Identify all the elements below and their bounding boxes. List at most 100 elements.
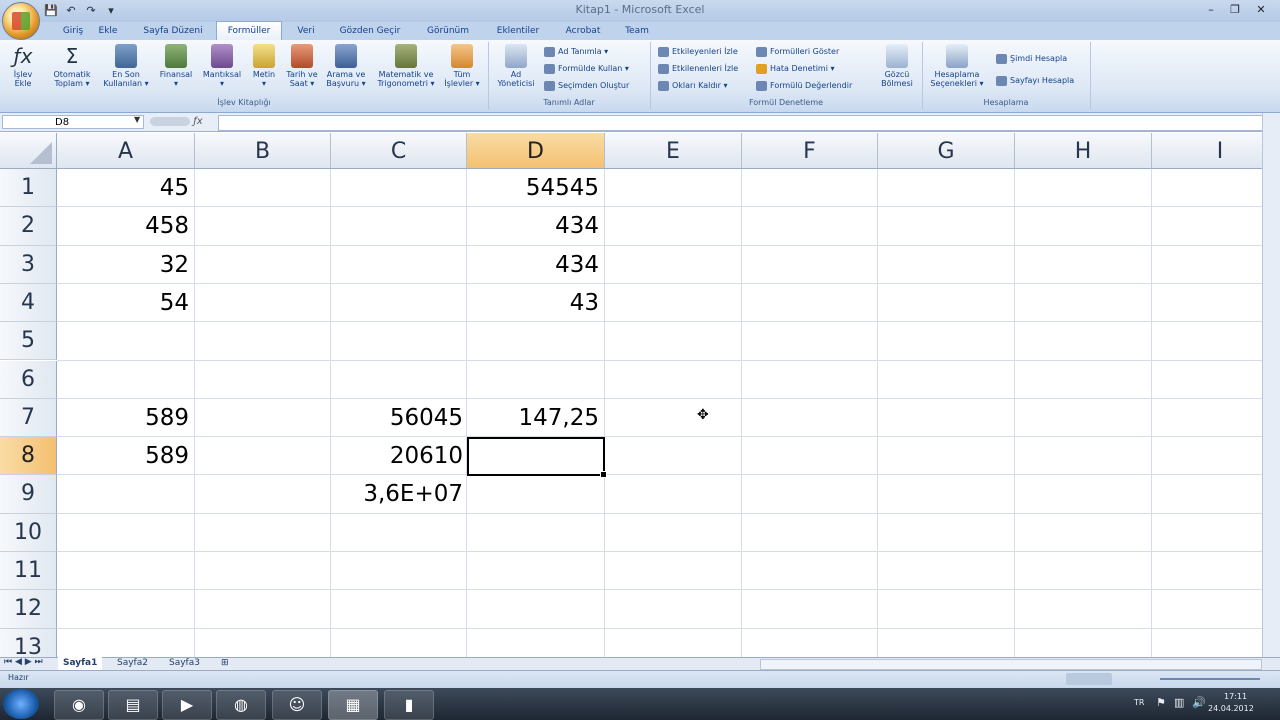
insert-function-icon[interactable]: ƒx xyxy=(150,115,216,129)
cell-a1[interactable]: 45 xyxy=(57,169,194,207)
undo-icon[interactable]: ↶ xyxy=(64,4,78,17)
cell-a8[interactable]: 589 xyxy=(57,437,194,475)
gozcu-bolmesi-button[interactable]: Gözcü Bölmesi xyxy=(874,44,920,88)
cell-a7[interactable]: 589 xyxy=(57,399,194,437)
sheet-tab-sayfa2[interactable]: Sayfa2 xyxy=(112,657,153,670)
clock-time[interactable]: 17:11 xyxy=(1224,692,1247,701)
column-header-a[interactable]: A xyxy=(57,133,195,169)
select-all-button[interactable] xyxy=(0,133,57,169)
office-button[interactable] xyxy=(2,2,40,40)
ad-tanimla-button[interactable]: Ad Tanımla ▾ xyxy=(544,46,608,58)
hesaplama-secenekleri-button[interactable]: Hesaplama Seçenekleri ▾ xyxy=(926,44,988,88)
otomatik-toplam-button[interactable]: Σ Otomatik Toplam ▾ xyxy=(46,44,98,88)
media-player-icon[interactable]: ▶ xyxy=(162,690,212,720)
chrome-icon[interactable]: ◉ xyxy=(54,690,104,720)
firefox-icon[interactable]: ◍ xyxy=(216,690,266,720)
name-box[interactable]: D8 xyxy=(2,115,144,129)
active-cell-indicator[interactable] xyxy=(467,437,607,479)
formulleri-goster-button[interactable]: Formülleri Göster xyxy=(756,46,839,58)
app-taskbar-icon[interactable]: ▮ xyxy=(384,690,434,720)
minimize-button[interactable]: – xyxy=(1200,3,1222,17)
tab-formuller[interactable]: Formüller xyxy=(216,21,282,40)
insert-sheet-icon[interactable]: ⊞ xyxy=(216,657,234,670)
column-header-f[interactable]: F xyxy=(742,133,878,169)
islev-ekle-button[interactable]: ƒx İşlev Ekle xyxy=(6,44,40,88)
tab-sayfa-duzeni[interactable]: Sayfa Düzeni xyxy=(138,22,208,40)
cell-d3[interactable]: 434 xyxy=(467,246,604,284)
row-header-4[interactable]: 4 xyxy=(0,283,57,323)
row-header-3[interactable]: 3 xyxy=(0,245,57,284)
sheet-nav-icons[interactable]: ⏮ ◀ ▶ ⏭ xyxy=(4,657,43,667)
row-header-5[interactable]: 5 xyxy=(0,322,57,361)
cell-c8[interactable]: 20610 xyxy=(331,437,468,475)
metin-button[interactable]: Metin ▾ xyxy=(248,44,280,88)
simdi-hesapla-button[interactable]: Şimdi Hesapla xyxy=(996,53,1067,65)
tab-eklentiler[interactable]: Eklentiler xyxy=(490,22,546,40)
cell-d7[interactable]: 147,25 xyxy=(467,399,604,437)
clock-date[interactable]: 24.04.2012 xyxy=(1208,704,1254,713)
column-header-i[interactable]: I xyxy=(1152,133,1262,169)
cell-a2[interactable]: 458 xyxy=(57,207,194,245)
tab-team[interactable]: Team xyxy=(618,22,656,40)
tum-islevler-button[interactable]: Tüm İşlevler ▾ xyxy=(440,44,484,88)
tab-giris[interactable]: Giriş xyxy=(52,22,94,40)
flag-icon[interactable]: ⚑ xyxy=(1156,696,1166,709)
oklari-kaldir-button[interactable]: Okları Kaldır ▾ xyxy=(658,80,728,92)
cell-d4[interactable]: 43 xyxy=(467,284,604,322)
etkileyenleri-izle-button[interactable]: Etkileyenleri İzle xyxy=(658,46,738,58)
column-header-e[interactable]: E xyxy=(605,133,742,169)
finansal-button[interactable]: Finansal ▾ xyxy=(154,44,198,88)
hata-denetimi-button[interactable]: Hata Denetimi ▾ xyxy=(756,63,835,75)
redo-icon[interactable]: ↷ xyxy=(84,4,98,17)
cell-d1[interactable]: 54545 xyxy=(467,169,604,207)
formulde-kullan-button[interactable]: Formülde Kullan ▾ xyxy=(544,63,629,75)
cell-c7[interactable]: 56045 xyxy=(331,399,468,437)
arama-ve-basvuru-button[interactable]: Arama ve Başvuru ▾ xyxy=(322,44,370,88)
cell-a4[interactable]: 54 xyxy=(57,284,194,322)
folder-icon[interactable]: ▤ xyxy=(108,690,158,720)
language-indicator[interactable]: TR xyxy=(1134,698,1144,707)
column-header-g[interactable]: G xyxy=(878,133,1015,169)
sheet-tab-sayfa3[interactable]: Sayfa3 xyxy=(164,657,205,670)
formulu-degerlendir-button[interactable]: Formülü Değerlendir xyxy=(756,80,852,92)
screen-recorder-icon[interactable]: ☺ xyxy=(272,690,322,720)
row-header-12[interactable]: 12 xyxy=(0,590,57,629)
close-button[interactable]: ✕ xyxy=(1250,3,1272,17)
fill-handle[interactable] xyxy=(600,471,607,479)
mantiksal-button[interactable]: Mantıksal ▾ xyxy=(198,44,246,88)
tab-gorunum[interactable]: Görünüm xyxy=(420,22,476,40)
restore-button[interactable]: ❐ xyxy=(1224,3,1246,17)
matematik-ve-trigonometri-button[interactable]: Matematik ve Trigonometri ▾ xyxy=(372,44,440,88)
row-header-1[interactable]: 1 xyxy=(0,169,57,208)
column-header-h[interactable]: H xyxy=(1015,133,1152,169)
ad-yoneticisi-button[interactable]: Ad Yöneticisi xyxy=(492,44,540,88)
tab-veri[interactable]: Veri xyxy=(292,22,320,40)
row-header-6[interactable]: 6 xyxy=(0,360,57,399)
column-header-d[interactable]: D xyxy=(467,133,605,169)
horizontal-scrollbar[interactable] xyxy=(760,659,1262,670)
row-header-10[interactable]: 10 xyxy=(0,513,57,552)
column-header-b[interactable]: B xyxy=(195,133,331,169)
cell-d2[interactable]: 434 xyxy=(467,207,604,245)
tab-acrobat[interactable]: Acrobat xyxy=(560,22,606,40)
row-header-2[interactable]: 2 xyxy=(0,207,57,246)
sheet-tab-sayfa1[interactable]: Sayfa1 xyxy=(58,657,103,670)
zoom-slider[interactable] xyxy=(1160,678,1260,680)
view-buttons[interactable] xyxy=(1066,673,1112,685)
name-box-dropdown-icon[interactable]: ▼ xyxy=(134,115,140,124)
cell-c9[interactable]: 3,6E+07 xyxy=(331,475,468,513)
row-header-13[interactable]: 13 xyxy=(0,628,57,657)
row-header-7[interactable]: 7 xyxy=(0,398,57,438)
volume-icon[interactable]: 🔊 xyxy=(1192,696,1206,709)
excel-taskbar-icon[interactable]: ▦ xyxy=(328,690,378,720)
spreadsheet-grid[interactable]: A B C D E F G H I 1 2 3 4 5 6 7 8 9 10 11 12 13 45 54545 458 434 3… xyxy=(0,133,1262,657)
etkilenenleri-izle-button[interactable]: Etkilenenleri İzle xyxy=(658,63,738,75)
row-header-8[interactable]: 8 xyxy=(0,437,57,476)
start-button[interactable] xyxy=(3,689,39,719)
cell-a3[interactable]: 32 xyxy=(57,246,194,284)
column-header-c[interactable]: C xyxy=(331,133,467,169)
save-icon[interactable]: 💾 xyxy=(44,4,58,17)
row-header-9[interactable]: 9 xyxy=(0,475,57,514)
sayfayi-hesapla-button[interactable]: Sayfayı Hesapla xyxy=(996,75,1074,87)
secimden-olustur-button[interactable]: Seçimden Oluştur xyxy=(544,80,629,92)
